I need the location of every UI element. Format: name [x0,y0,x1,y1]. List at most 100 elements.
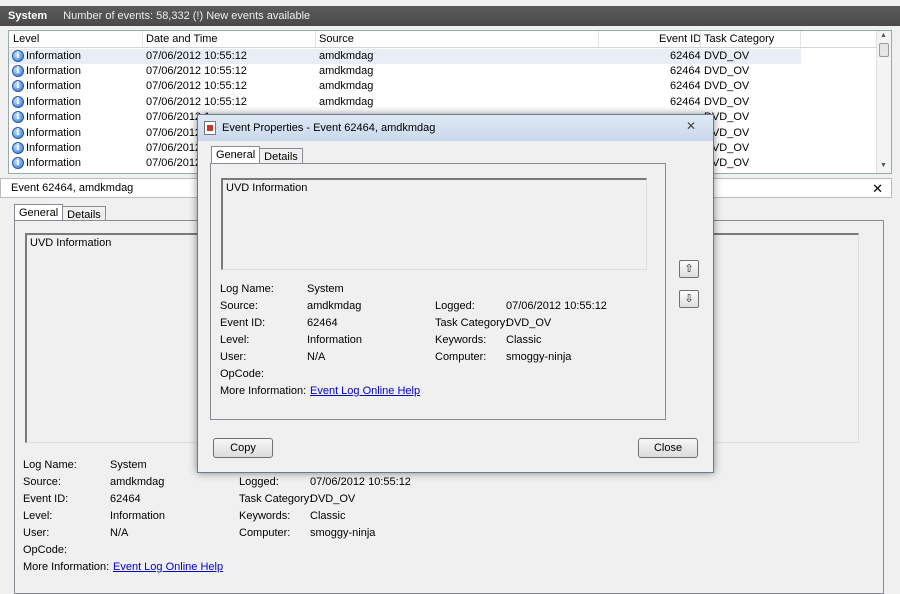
event-properties-dialog: Event Properties - Event 62464, amdkmdag… [197,114,714,473]
arrow-down-icon: ⇩ [684,293,694,305]
source-label: Source: [220,300,258,312]
source-label: Source: [23,476,61,488]
more-info-label: More Information: [23,561,110,573]
row-event-id: 62464 [670,80,701,92]
keywords-label: Keywords: [239,510,291,522]
scroll-thumb[interactable] [879,43,889,57]
col-header-source[interactable]: Source [319,33,354,45]
col-header-task[interactable]: Task Category [704,33,774,45]
user-value: N/A [110,527,129,539]
information-icon: i [12,111,24,123]
level-value: Information [110,510,166,522]
row-event-id: 62464 [670,65,701,77]
log-title-bar: System Number of events: 58,332 (!) New … [0,6,900,26]
information-icon: i [12,80,24,92]
task-category-value: DVD_OV [310,493,356,505]
close-icon[interactable]: ✕ [872,181,883,197]
log-name-label: Log Name: [23,459,77,471]
information-icon: i [12,157,24,169]
row-task: DVD_OV [704,96,750,108]
scroll-down-icon[interactable]: ▼ [880,162,887,169]
dialog-title-bar[interactable]: Event Properties - Event 62464, amdkmdag… [198,115,713,141]
row-source: amdkmdag [319,65,374,77]
event-id-label: Event ID: [23,493,69,505]
log-name-value: System [110,459,147,471]
description-text: UVD Information [30,237,112,249]
source-value: amdkmdag [110,476,165,488]
logged-value: 07/06/2012 10:55:12 [506,300,607,312]
task-category-label: Task Category: [435,317,509,329]
row-date: 07/06/2012 10:55:12 [146,50,247,62]
event-log-help-link[interactable]: Event Log Online Help [310,385,420,397]
source-value: amdkmdag [307,300,362,312]
information-icon: i [12,50,24,62]
logged-label: Logged: [435,300,475,312]
row-level: Information [26,142,82,154]
event-log-help-link[interactable]: Event Log Online Help [113,561,223,573]
event-row[interactable]: i Information 07/06/2012 10:55:12 amdkmd… [9,49,801,64]
row-date: 07/06/2012 10:55:12 [146,65,247,77]
close-icon[interactable]: ✕ [683,119,699,133]
keywords-value: Classic [310,510,346,522]
detail-title: Event 62464, amdkmdag [11,182,134,194]
computer-label: Computer: [435,351,487,363]
user-label: User: [23,527,50,539]
keywords-value: Classic [506,334,542,346]
user-label: User: [220,351,247,363]
previous-event-button[interactable]: ⇧ [679,260,699,278]
event-id-value: 62464 [110,493,141,505]
description-box[interactable]: UVD Information [221,178,647,270]
col-header-date[interactable]: Date and Time [146,33,218,45]
arrow-up-icon: ⇧ [684,263,694,275]
row-level: Information [26,65,82,77]
col-header-event-id[interactable]: Event ID [659,33,701,45]
row-source: amdkmdag [319,96,374,108]
row-task: DVD_OV [704,50,750,62]
row-source: amdkmdag [319,80,374,92]
row-date: 07/06/2012 10:55:12 [146,96,247,108]
computer-value: smoggy-ninja [506,351,572,363]
more-info-label: More Information: [220,385,307,397]
event-id-value: 62464 [307,317,338,329]
row-event-id: 62464 [670,50,701,62]
event-row[interactable]: i Information 07/06/2012 10:55:12 amdkmd… [9,64,801,79]
row-date: 07/06/2012 10:55:12 [146,80,247,92]
logged-label: Logged: [239,476,279,488]
level-label: Level: [23,510,53,522]
col-header-level[interactable]: Level [13,33,39,45]
information-icon: i [12,127,24,139]
grid-header: Level Date and Time Source Event ID Task… [9,31,891,48]
user-value: N/A [307,351,326,363]
level-label: Level: [220,334,250,346]
row-source: amdkmdag [319,50,374,62]
logged-value: 07/06/2012 10:55:12 [310,476,411,488]
task-category-label: Task Category: [239,493,313,505]
log-name-label: Log Name: [220,283,274,295]
row-level: Information [26,157,82,169]
row-task: DVD_OV [704,80,750,92]
row-task: DVD_OV [704,65,750,77]
event-row[interactable]: i Information 07/06/2012 10:55:12 amdkmd… [9,95,801,110]
row-level: Information [26,96,82,108]
row-level: Information [26,80,82,92]
computer-label: Computer: [239,527,291,539]
information-icon: i [12,96,24,108]
log-name-value: System [307,283,344,295]
event-row[interactable]: i Information 07/06/2012 10:55:12 amdkmd… [9,79,801,94]
level-value: Information [307,334,363,346]
opcode-label: OpCode: [23,544,68,556]
vertical-scrollbar[interactable]: ▲ ▼ [876,31,891,173]
next-event-button[interactable]: ⇩ [679,290,699,308]
row-level: Information [26,111,82,123]
row-level: Information [26,50,82,62]
log-name: System [8,10,48,22]
scroll-up-icon[interactable]: ▲ [880,32,887,39]
copy-button[interactable]: Copy [213,438,273,458]
event-viewer-icon [204,121,216,135]
task-category-value: DVD_OV [506,317,552,329]
row-event-id: 62464 [670,96,701,108]
row-level: Information [26,127,82,139]
close-button[interactable]: Close [638,438,698,458]
dialog-title: Event Properties - Event 62464, amdkmdag [222,122,436,134]
event-count-status: Number of events: 58,332 (!) New events … [63,10,311,22]
